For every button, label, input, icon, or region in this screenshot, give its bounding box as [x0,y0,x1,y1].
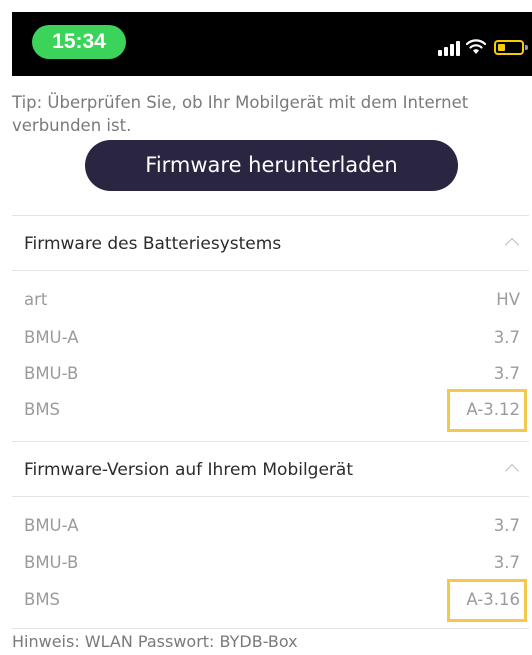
firmware-screen: 15:34 Tip: Überprüfen Sie, ob Ihr Mobilg… [0,0,532,655]
highlight-box [447,579,527,622]
section-header-mobile-device[interactable]: Firmware-Version auf Ihrem Mobilgerät [12,444,529,496]
chevron-up-icon[interactable] [504,237,520,253]
divider [12,496,529,497]
row-label: art [24,290,48,309]
row-label: BMS [24,400,61,419]
status-time: 15:34 [32,25,126,59]
divider [12,441,529,442]
row-value: 3.7 [493,516,520,535]
battery-icon [494,40,528,55]
list-item: BMU-B 3.7 [12,545,520,581]
divider [12,215,529,216]
status-bar: 15:34 [12,12,532,76]
tip-text: Tip: Überprüfen Sie, ob Ihr Mobilgerät m… [12,93,469,135]
list-item: BMU-A 3.7 [12,320,520,356]
chevron-up-icon[interactable] [504,463,520,479]
row-label: BMU-A [24,328,79,347]
list-item: BMU-A 3.7 [12,508,520,544]
row-label: BMS [24,590,61,609]
row-value: 3.7 [493,553,520,572]
divider [12,628,529,629]
row-value: 3.7 [493,364,520,383]
wifi-icon [466,39,486,54]
signal-icon [438,40,460,56]
row-label: BMU-A [24,516,79,535]
highlight-box [447,389,527,432]
section-header-battery-system[interactable]: Firmware des Batteriesystems [12,218,529,270]
list-item: art HV [12,282,520,318]
footer-hint: Hinweis: WLAN Passwort: BYDB-Box [12,632,298,651]
section-title: Firmware-Version auf Ihrem Mobilgerät [24,460,354,480]
row-label: BMU-B [24,364,79,383]
row-value: HV [496,290,520,309]
download-firmware-button[interactable]: Firmware herunterladen [85,140,458,191]
row-label: BMU-B [24,553,79,572]
row-value: 3.7 [493,328,520,347]
list-item: BMS A-3.16 [12,582,520,618]
section-title: Firmware des Batteriesystems [24,234,282,254]
divider [12,270,529,271]
list-item: BMS A-3.12 [12,392,520,428]
list-item: BMU-B 3.7 [12,356,520,392]
